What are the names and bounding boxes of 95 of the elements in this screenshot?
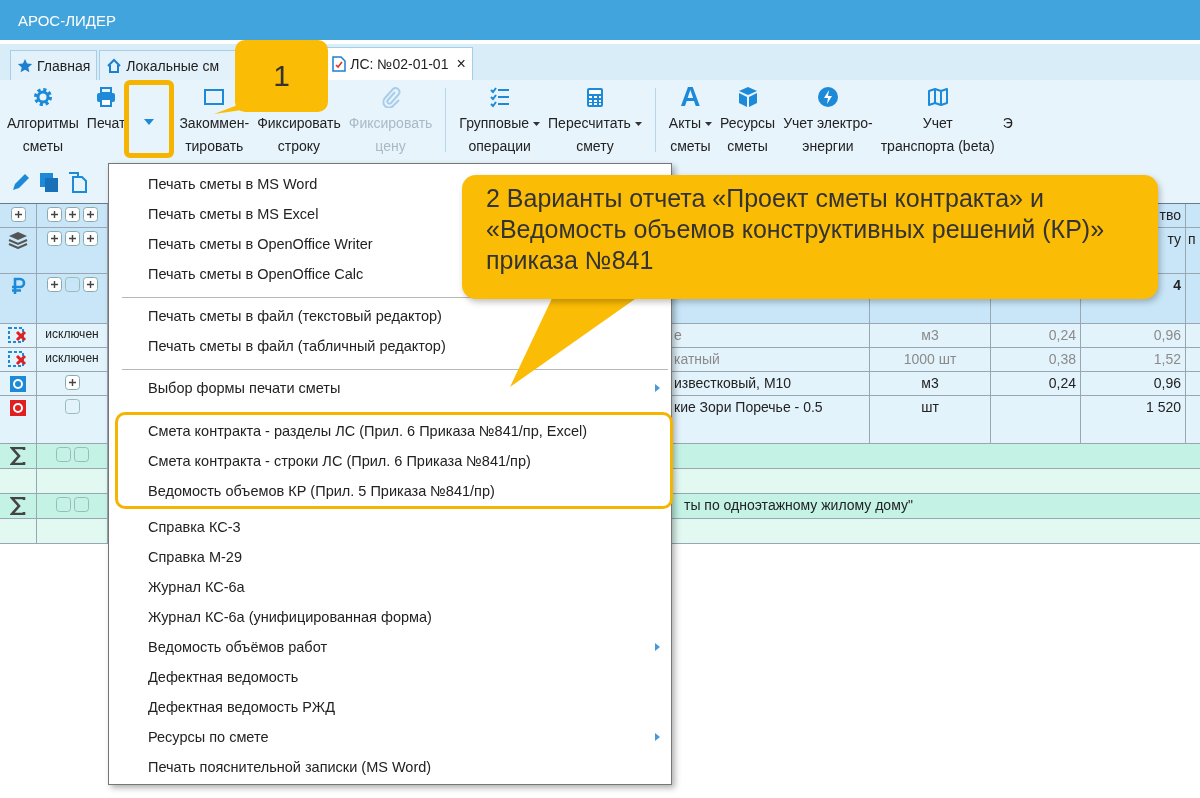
printer-icon bbox=[95, 86, 118, 108]
document-icon bbox=[332, 56, 347, 72]
empty-toggle-icon[interactable] bbox=[55, 497, 71, 512]
lightning-icon bbox=[816, 86, 839, 108]
toolbar-button[interactable]: Учет транспорта (beta) bbox=[877, 80, 998, 160]
table-cell: шт bbox=[921, 399, 939, 415]
table-cell: тво bbox=[1159, 207, 1181, 223]
table-cell: ту bbox=[1167, 231, 1181, 247]
table-cell: 1 520 bbox=[1145, 399, 1181, 415]
ruble-icon bbox=[10, 277, 26, 295]
menu-item[interactable]: Справка М-29 bbox=[118, 542, 668, 572]
menu-item[interactable]: Ведомость объемов КР (Прил. 5 Приказа №841/пр) bbox=[118, 476, 670, 506]
table-cell: кие Зори Поречье - 0.5 bbox=[674, 399, 823, 415]
menu-item[interactable]: Ведомость объёмов работ bbox=[118, 632, 668, 662]
toolbar-button[interactable]: A Акты сметы bbox=[665, 80, 715, 160]
menu-item[interactable]: Дефектная ведомость РЖД bbox=[118, 692, 668, 722]
menu-item[interactable]: Выбор формы печати сметы bbox=[118, 373, 668, 403]
menu-item[interactable]: Журнал КС-6а bbox=[118, 572, 668, 602]
document-icon[interactable] bbox=[66, 170, 88, 193]
menu-item[interactable]: Смета контракта - разделы ЛС (Прил. 6 Приказа №841/пр, Excel) bbox=[118, 416, 670, 446]
submenu-arrow-icon bbox=[655, 733, 660, 741]
table-cell: 0,96 bbox=[1153, 327, 1181, 343]
empty-toggle-icon[interactable] bbox=[64, 277, 80, 292]
position-error-icon bbox=[9, 399, 27, 417]
table-cell: 1,52 bbox=[1153, 351, 1181, 367]
expand-icon[interactable] bbox=[46, 277, 62, 292]
submenu-arrow-icon bbox=[655, 643, 660, 651]
toolbar-button[interactable]: Учет электро- энергии bbox=[780, 80, 876, 160]
sum-icon bbox=[10, 447, 26, 465]
comment-icon bbox=[203, 86, 226, 108]
menu-item[interactable]: Дефектная ведомость bbox=[118, 662, 668, 692]
sum-icon bbox=[10, 497, 26, 515]
caret-icon bbox=[704, 121, 712, 126]
toolbar-button[interactable]: Ресурсы сметы bbox=[716, 80, 779, 160]
table-cell: ты по одноэтажному жилому дому" bbox=[684, 497, 913, 513]
gear-icon bbox=[31, 86, 54, 108]
layers-icon bbox=[8, 231, 28, 249]
excluded-icon bbox=[8, 327, 28, 343]
window-title: АРОС-ЛИДЕР bbox=[18, 11, 116, 29]
expand-icon[interactable] bbox=[64, 207, 80, 222]
cube-icon bbox=[736, 86, 759, 108]
letter-icon: A bbox=[680, 86, 701, 108]
table-cell: 4 bbox=[1173, 277, 1181, 293]
caret-icon bbox=[144, 119, 155, 125]
expand-icon[interactable] bbox=[82, 231, 98, 246]
menu-item[interactable]: Справка КС-3 bbox=[118, 512, 668, 542]
expand-icon[interactable] bbox=[82, 277, 98, 292]
table-cell: катный bbox=[674, 351, 720, 367]
table-cell: 0,38 bbox=[1048, 351, 1076, 367]
expand-icon[interactable] bbox=[82, 207, 98, 222]
copy-icon[interactable] bbox=[38, 170, 60, 193]
status-text: исключен bbox=[45, 327, 99, 341]
table-cell: м3 bbox=[921, 327, 939, 343]
expand-icon[interactable] bbox=[64, 375, 80, 390]
table-cell: п bbox=[1188, 231, 1196, 247]
expand-icon[interactable] bbox=[10, 207, 26, 222]
star-icon bbox=[17, 57, 33, 74]
paperclip-icon bbox=[379, 86, 402, 108]
table-cell: 0,24 bbox=[1048, 327, 1076, 343]
home-icon bbox=[106, 57, 123, 74]
checklist-icon bbox=[488, 86, 511, 108]
menu-item[interactable]: Печать пояснительной записки (MS Word) bbox=[118, 752, 668, 782]
toolbar-button[interactable]: Алгоритмы сметы bbox=[4, 80, 82, 160]
expand-icon[interactable] bbox=[64, 231, 80, 246]
caret-icon bbox=[533, 121, 541, 126]
tab[interactable]: ЛС: №02-01-01 × bbox=[325, 47, 473, 80]
toolbar-button[interactable]: Печат bbox=[83, 80, 129, 160]
menu-item[interactable]: Ресурсы по смете bbox=[118, 722, 668, 752]
tab[interactable]: Главная bbox=[10, 50, 98, 80]
caret-icon bbox=[634, 121, 642, 126]
table-cell: м3 bbox=[921, 375, 939, 391]
map-icon bbox=[926, 86, 949, 108]
table-cell: е bbox=[674, 327, 682, 343]
excluded-icon bbox=[8, 351, 28, 367]
menu-item[interactable]: Журнал КС-6а (унифицированная форма) bbox=[118, 602, 668, 632]
menu-item[interactable]: Смета контракта - строки ЛС (Прил. 6 Приказа №841/пр) bbox=[118, 446, 670, 476]
submenu-arrow-icon bbox=[655, 384, 660, 392]
toolbar-button[interactable]: Групповые операции bbox=[456, 80, 544, 160]
empty-toggle-icon[interactable] bbox=[55, 447, 71, 462]
table-cell: 1000 шт bbox=[903, 351, 957, 367]
empty-toggle-icon[interactable] bbox=[73, 497, 89, 512]
table-cell: 0,24 bbox=[1048, 375, 1076, 391]
empty-toggle-icon[interactable] bbox=[64, 399, 80, 414]
expand-icon[interactable] bbox=[46, 207, 62, 222]
empty-toggle-icon[interactable] bbox=[73, 447, 89, 462]
status-text: исключен bbox=[45, 351, 99, 365]
table-cell: известковый, М10 bbox=[674, 375, 792, 391]
menu-item[interactable]: Печать сметы в файл (текстовый редактор) bbox=[118, 301, 668, 331]
table-cell: 0,96 bbox=[1153, 375, 1181, 391]
menu-item[interactable]: Печать сметы в файл (табличный редактор) bbox=[118, 331, 668, 361]
expand-icon[interactable] bbox=[46, 231, 62, 246]
close-tab-button[interactable]: × bbox=[456, 55, 466, 73]
toolbar-button[interactable]: Э bbox=[999, 80, 1016, 160]
toolbar-button[interactable]: Пересчитать смету bbox=[545, 80, 645, 160]
position-icon bbox=[9, 375, 27, 393]
